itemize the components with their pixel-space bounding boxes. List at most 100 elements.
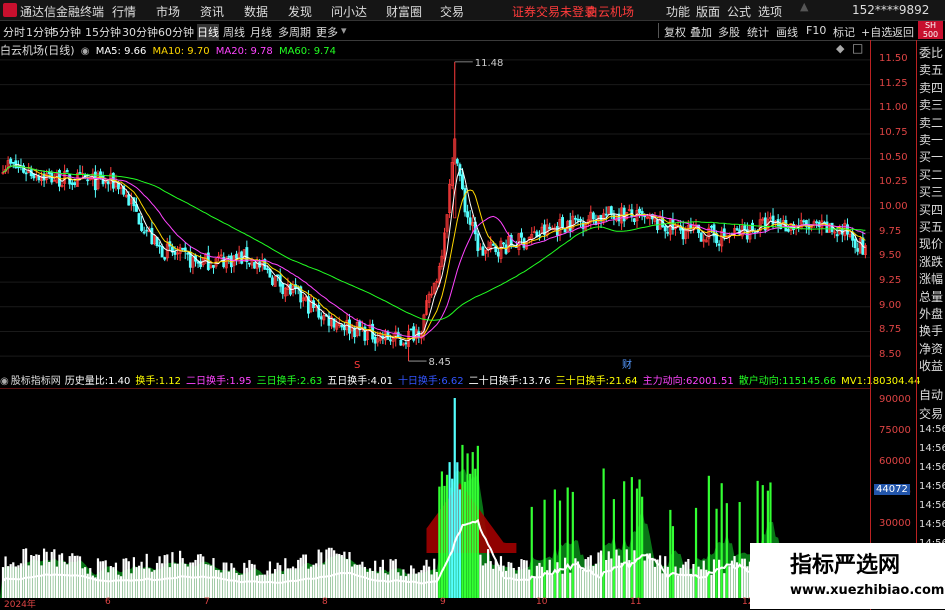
menu-wenxiaoda[interactable]: 问小达 bbox=[331, 3, 367, 20]
volume-bar bbox=[646, 553, 649, 598]
volume-bar bbox=[448, 462, 451, 598]
candle-body bbox=[496, 251, 500, 257]
expand-icon[interactable]: □ bbox=[852, 41, 863, 55]
trade-row-7[interactable]: 14:56 bbox=[919, 519, 945, 530]
menu-jiaoyi[interactable]: 交易 bbox=[440, 3, 464, 20]
quote-row-16[interactable]: 换手 bbox=[919, 322, 943, 339]
badge-sh: SH bbox=[924, 21, 937, 30]
volume-bar bbox=[345, 559, 349, 598]
quote-row-15[interactable]: 外盘 bbox=[919, 305, 943, 322]
volume-bar bbox=[594, 563, 598, 598]
quote-row-7[interactable]: 买二 bbox=[919, 166, 943, 183]
trade-row-4[interactable]: 14:56 bbox=[919, 462, 945, 473]
menu-gongneng[interactable]: 功能 bbox=[666, 3, 690, 20]
quote-row-12[interactable]: 涨跌 bbox=[919, 253, 943, 270]
volume-bar bbox=[81, 568, 84, 598]
quote-row-8[interactable]: 买三 bbox=[919, 183, 943, 200]
tool-biaoji[interactable]: 标记 bbox=[833, 24, 855, 40]
menu-faxian[interactable]: 发现 bbox=[288, 3, 312, 20]
menu-banmian[interactable]: 版面 bbox=[696, 3, 720, 20]
tool-tongji[interactable]: 统计 bbox=[747, 24, 769, 40]
volume-bar bbox=[615, 549, 618, 598]
menu-gongshi[interactable]: 公式 bbox=[727, 3, 751, 20]
period-15min[interactable]: 15分钟 bbox=[85, 24, 121, 40]
menu-shuju[interactable]: 数据 bbox=[244, 3, 268, 20]
period-1min[interactable]: 1分钟 bbox=[26, 24, 55, 40]
trade-row-0[interactable]: 自动 bbox=[919, 386, 943, 403]
tool-diejia[interactable]: 叠加 bbox=[690, 24, 712, 40]
period-weekly[interactable]: 周线 bbox=[223, 24, 245, 40]
badge-num: 500 bbox=[922, 30, 939, 39]
tool-huaxian[interactable]: 画线 bbox=[776, 24, 798, 40]
volume-bar bbox=[404, 576, 408, 598]
period-5min[interactable]: 5分钟 bbox=[52, 24, 81, 40]
period-monthly[interactable]: 月线 bbox=[250, 24, 272, 40]
candle-body bbox=[491, 243, 495, 246]
volume-bar bbox=[235, 572, 238, 598]
trade-row-1[interactable]: 交易 bbox=[919, 405, 943, 422]
quote-row-9[interactable]: 买四 bbox=[919, 201, 943, 218]
stock-chart-title: 白云机场(日线) bbox=[0, 44, 75, 57]
ma-toggle-icon[interactable]: ◉ bbox=[81, 46, 90, 57]
candle-body bbox=[604, 213, 608, 216]
period-60min[interactable]: 60分钟 bbox=[158, 24, 194, 40]
quote-row-17[interactable]: 净资 bbox=[919, 340, 943, 357]
quote-row-10[interactable]: 买五 bbox=[919, 218, 943, 235]
tool-f10[interactable]: F10 bbox=[806, 24, 826, 37]
menu-xuanxiang[interactable]: 选项 bbox=[758, 3, 782, 20]
volume-bar bbox=[384, 573, 387, 598]
trade-row-2[interactable]: 14:56 bbox=[919, 424, 945, 435]
volume-tick-0: 90000 bbox=[879, 394, 911, 405]
candle-body bbox=[476, 233, 480, 252]
volume-bar bbox=[89, 568, 92, 598]
volume-bar bbox=[112, 567, 115, 598]
period-30min[interactable]: 30分钟 bbox=[122, 24, 158, 40]
volume-bar bbox=[266, 570, 269, 598]
period-multi[interactable]: 多周期 bbox=[278, 24, 311, 40]
quote-row-2[interactable]: 卖四 bbox=[919, 79, 943, 96]
volume-bar bbox=[294, 568, 297, 598]
quote-row-0[interactable]: 委比 bbox=[919, 44, 943, 61]
volume-bar bbox=[520, 559, 523, 598]
indicator-toggle-icon[interactable]: ◉ bbox=[0, 376, 9, 387]
volume-bar bbox=[189, 562, 192, 598]
quote-row-6[interactable]: 买一 bbox=[919, 148, 943, 165]
volume-bar bbox=[517, 566, 521, 598]
period-fenshi[interactable]: 分时 bbox=[3, 24, 25, 40]
quote-row-4[interactable]: 卖二 bbox=[919, 114, 943, 131]
indicator-name[interactable]: 股标指标网 bbox=[11, 376, 61, 387]
tool-duogu[interactable]: 多股 bbox=[718, 24, 740, 40]
menu-zixun[interactable]: 资讯 bbox=[200, 3, 224, 20]
pin-icon[interactable]: ◆ bbox=[836, 42, 844, 55]
user-icon[interactable]: ▲ bbox=[800, 0, 808, 13]
quote-row-11[interactable]: 现价 bbox=[919, 235, 943, 252]
menu-shichang[interactable]: 市场 bbox=[156, 3, 180, 20]
trade-row-5[interactable]: 14:56 bbox=[919, 481, 945, 492]
trade-row-3[interactable]: 14:56 bbox=[919, 443, 945, 454]
quote-row-18[interactable]: 收益 bbox=[919, 357, 943, 374]
add-watchlist-button[interactable]: +自选 bbox=[861, 24, 892, 40]
tool-fanhui[interactable]: 返回 bbox=[892, 24, 914, 40]
quote-row-3[interactable]: 卖三 bbox=[919, 96, 943, 113]
period-daily[interactable]: 日线 bbox=[197, 24, 219, 40]
indicator-label-0: 历史量比: bbox=[64, 376, 109, 387]
quote-row-1[interactable]: 卖五 bbox=[919, 61, 943, 78]
menu-hangqing[interactable]: 行情 bbox=[112, 3, 136, 20]
quote-row-14[interactable]: 总量 bbox=[919, 288, 943, 305]
period-more[interactable]: 更多 bbox=[316, 24, 338, 40]
menu-caifuquan[interactable]: 财富圈 bbox=[386, 3, 422, 20]
date-label-2: 7 bbox=[204, 597, 210, 607]
tool-fuquan[interactable]: 复权 bbox=[664, 24, 686, 40]
volume-chart[interactable] bbox=[0, 388, 870, 600]
candlestick-chart[interactable]: 11.48 8.45 S 财 bbox=[0, 40, 870, 370]
quote-row-5[interactable]: 卖一 bbox=[919, 131, 943, 148]
indicator-label-4: 五日换手: bbox=[327, 376, 371, 387]
login-status[interactable]: 证券交易未登录 bbox=[512, 3, 596, 20]
account-number[interactable]: 152****9892 bbox=[852, 3, 929, 17]
trade-row-6[interactable]: 14:56 bbox=[919, 500, 945, 511]
candle-body bbox=[815, 221, 819, 224]
quote-row-13[interactable]: 涨幅 bbox=[919, 270, 943, 287]
volume-bar bbox=[9, 564, 12, 598]
volume-bar bbox=[376, 573, 379, 598]
more-chevron-icon[interactable]: ▾ bbox=[341, 24, 347, 37]
